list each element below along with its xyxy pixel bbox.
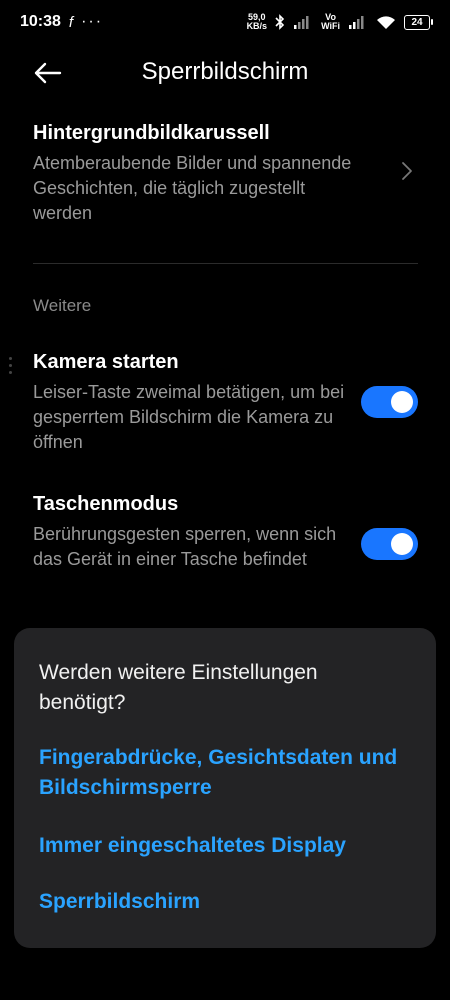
drag-handle-icon	[9, 357, 13, 378]
header: Sperrbildschirm	[0, 44, 450, 106]
pocket-mode-description: Berührungsgesten sperren, wenn sich das …	[33, 524, 337, 569]
network-speed-unit: KB/s	[246, 21, 268, 31]
launch-camera-toggle[interactable]	[361, 386, 418, 418]
wifi-icon	[377, 15, 395, 29]
notification-icon: f	[68, 13, 74, 31]
lock-screen-link[interactable]: Sperrbildschirm	[39, 887, 434, 917]
fingerprint-face-lock-link[interactable]: Fingerabdrücke, Gesichtsdaten und Bildsc…	[39, 743, 434, 803]
launch-camera-description: Leiser-Taste zweimal betätigen, um bei g…	[33, 382, 345, 452]
wallpaper-carousel-description: Atemberaubende Bilder und spannende Gesc…	[33, 153, 352, 223]
pocket-mode-item[interactable]: Taschenmodus Berührungsgesten sperren, w…	[33, 493, 418, 603]
wallpaper-carousel-item[interactable]: Hintergrundbildkarussell Atemberaubende …	[33, 122, 418, 232]
chevron-right-icon	[402, 162, 412, 180]
battery-icon: 24	[404, 14, 433, 30]
status-bar: 10:38 f ··· 59,0 KB/s Vo WiFi 24	[0, 0, 450, 44]
wallpaper-carousel-title: Hintergrundbildkarussell	[33, 122, 270, 144]
toggle-knob	[391, 391, 413, 413]
more-settings-heading: Werden weitere Einstellungen benötigt?	[39, 661, 318, 714]
toggle-knob	[391, 533, 413, 555]
vowifi-bottom: WiFi	[321, 21, 340, 31]
page-title: Sperrbildschirm	[141, 58, 309, 85]
more-notifications-icon: ···	[81, 13, 104, 30]
vowifi-indicator: Vo WiFi	[321, 13, 340, 31]
lock-screen-settings: 10:38 f ··· 59,0 KB/s Vo WiFi 24 Sperrbi…	[0, 0, 450, 1000]
launch-camera-item[interactable]: Kamera starten Leiser-Taste zweimal betä…	[33, 351, 418, 461]
status-bar-left: 10:38 f ···	[20, 13, 103, 31]
pocket-mode-toggle[interactable]	[361, 528, 418, 560]
launch-camera-title: Kamera starten	[33, 351, 179, 373]
bluetooth-icon	[275, 14, 285, 30]
section-header-more: Weitere	[33, 296, 92, 315]
pocket-mode-title: Taschenmodus	[33, 493, 179, 515]
divider	[33, 263, 418, 264]
status-bar-right: 59,0 KB/s Vo WiFi 24	[247, 13, 433, 31]
more-settings-card: Werden weitere Einstellungen benötigt? F…	[14, 628, 436, 948]
network-speed: 59,0 KB/s	[247, 13, 268, 31]
signal-icon-2	[349, 16, 364, 29]
always-on-display-link[interactable]: Immer eingeschaltetes Display	[39, 831, 434, 861]
signal-icon	[294, 16, 309, 29]
clock: 10:38	[20, 13, 61, 30]
